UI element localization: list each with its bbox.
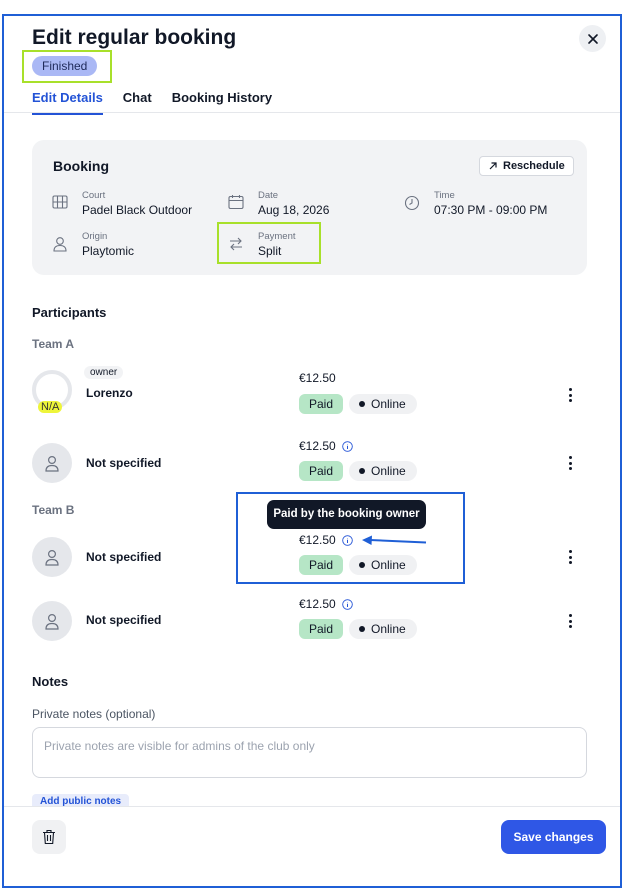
avatar (32, 601, 72, 641)
highlight-box (217, 222, 321, 264)
reschedule-label: Reschedule (503, 160, 565, 172)
time-label: Time (434, 190, 455, 201)
player-price: €12.50 (299, 439, 353, 453)
player-price: €12.50 (299, 371, 336, 385)
team-a-label: Team A (32, 337, 75, 351)
online-badge: Online (349, 394, 417, 414)
reschedule-button[interactable]: Reschedule (479, 156, 574, 176)
notes-title: Notes (32, 674, 69, 689)
arrow-left-icon (362, 535, 427, 545)
date-label: Date (258, 190, 279, 201)
user-icon (53, 237, 67, 252)
paid-badge: Paid (299, 461, 343, 481)
online-label: Online (371, 622, 406, 636)
player-price: €12.50 (299, 597, 353, 611)
player-name: Not specified (86, 613, 162, 627)
court-info: Court Padel Black Outdoor (82, 190, 192, 217)
info-icon[interactable] (341, 440, 353, 452)
private-notes-label: Private notes (optional) (32, 707, 156, 721)
more-options-button[interactable] (565, 548, 575, 566)
clock-icon (404, 195, 420, 211)
price-value: €12.50 (299, 597, 336, 611)
paid-badge: Paid (299, 394, 343, 414)
booking-card-title: Booking (53, 158, 109, 174)
player-name: Not specified (86, 456, 162, 470)
more-options-button[interactable] (565, 612, 575, 630)
more-options-button[interactable] (565, 386, 575, 404)
kebab-icon (568, 388, 572, 391)
price-value: €12.50 (299, 439, 336, 453)
kebab-icon (568, 550, 572, 553)
user-icon (45, 455, 59, 472)
dot-icon (359, 401, 365, 407)
arrow-up-right-icon (489, 162, 497, 170)
online-badge: Online (349, 619, 417, 639)
team-b-label: Team B (32, 503, 75, 517)
save-changes-button[interactable]: Save changes (501, 820, 606, 854)
avatar (32, 537, 72, 577)
status-badge: Finished (32, 56, 98, 76)
owner-tag: owner (84, 366, 124, 379)
player-name: Not specified (86, 550, 162, 564)
date-info: Date Aug 18, 2026 (258, 190, 329, 217)
online-label: Online (371, 464, 406, 478)
court-icon (52, 195, 68, 209)
tabs-divider (4, 112, 620, 113)
private-notes-input[interactable] (32, 727, 587, 778)
avatar (32, 443, 72, 483)
dot-icon (359, 626, 365, 632)
tooltip: Paid by the booking owner (267, 500, 426, 529)
trash-icon (43, 829, 55, 845)
more-options-button[interactable] (565, 454, 575, 472)
avatar-na-label: N/A (38, 401, 63, 413)
origin-value: Playtomic (82, 244, 135, 258)
paid-badge: Paid (299, 619, 343, 639)
dot-icon (359, 468, 365, 474)
calendar-icon (228, 195, 244, 210)
dialog-title: Edit regular booking (32, 26, 237, 49)
court-label: Court (82, 190, 106, 201)
origin-info: Origin Playtomic (82, 231, 134, 258)
kebab-icon (568, 456, 572, 459)
delete-button[interactable] (32, 820, 66, 854)
origin-label: Origin (82, 231, 108, 242)
date-value: Aug 18, 2026 (258, 203, 330, 217)
time-info: Time 07:30 PM - 09:00 PM (434, 190, 547, 217)
price-value: €12.50 (299, 371, 336, 385)
participants-title: Participants (32, 305, 107, 320)
online-badge: Online (349, 461, 417, 481)
close-icon (587, 33, 598, 44)
time-value: 07:30 PM - 09:00 PM (434, 203, 548, 217)
user-icon (45, 549, 59, 566)
info-icon[interactable] (341, 598, 353, 610)
court-value: Padel Black Outdoor (82, 203, 193, 217)
online-label: Online (371, 397, 406, 411)
user-icon (45, 613, 59, 630)
close-button[interactable] (579, 25, 606, 52)
player-name: Lorenzo (86, 386, 133, 400)
kebab-icon (568, 614, 572, 617)
